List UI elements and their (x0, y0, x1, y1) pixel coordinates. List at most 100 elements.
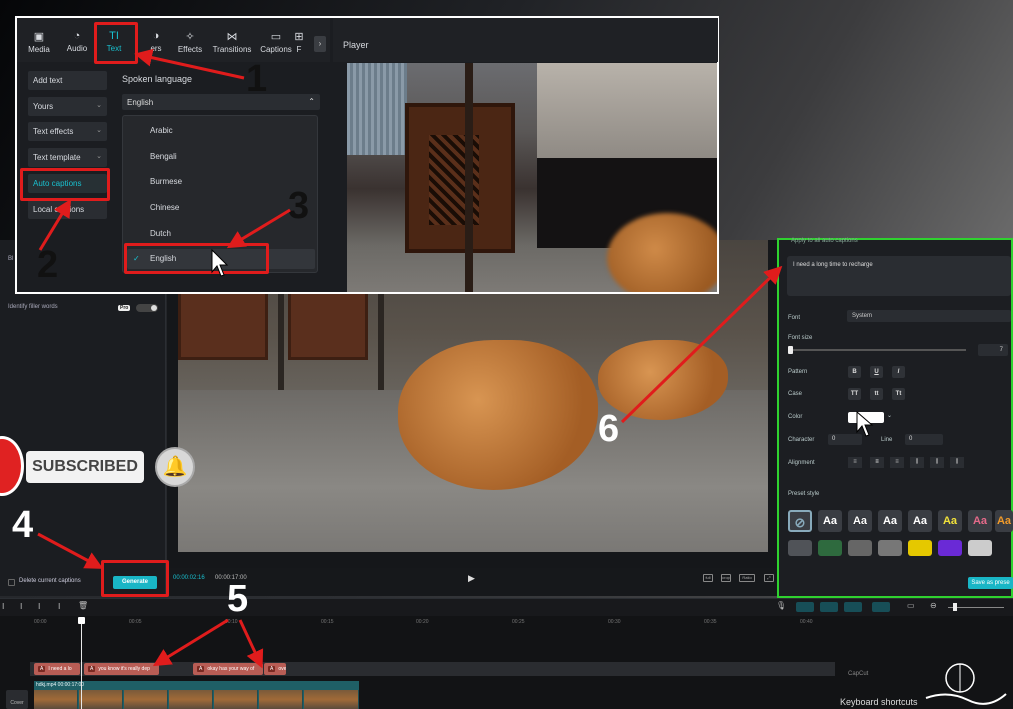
microphone-icon[interactable]: 🎙 (776, 601, 786, 610)
video-thumbnail (304, 690, 359, 709)
preset-style-shadow[interactable]: Aa (878, 510, 902, 532)
crop-icon[interactable]: crop (721, 574, 731, 582)
player-header (333, 18, 718, 62)
keyboard-shortcuts-link[interactable]: Keyboard shortcuts (840, 697, 918, 707)
watermark-logo-art (925, 663, 1007, 705)
delete-icon[interactable]: 🗑 (78, 601, 88, 610)
preset-style-yellow[interactable]: Aa (938, 510, 962, 532)
local-captions-button[interactable]: Local captions (28, 200, 107, 219)
italic-button[interactable]: I (892, 366, 905, 378)
tab-captions[interactable]: ▭ Captions (256, 30, 296, 54)
video-thumbnail (124, 690, 168, 709)
preset-style-orange[interactable]: Aa (995, 510, 1013, 532)
techtalks-watermark-logo (918, 660, 1008, 706)
language-option-burmese[interactable]: Burmese (150, 177, 182, 186)
yours-dropdown[interactable]: Yours ⌄ (28, 97, 107, 116)
align-right-icon[interactable]: ≡ (890, 457, 904, 468)
spoken-language-label: Spoken language (122, 74, 193, 84)
uppercase-button[interactable]: TT (848, 388, 861, 400)
text-template-label: Text template (33, 153, 81, 162)
ruler-tick: 00:15 (321, 619, 334, 625)
annotation-2: 2 (37, 244, 59, 286)
playhead-handle[interactable] (78, 617, 85, 624)
preset-style-row2[interactable] (788, 540, 812, 556)
font-size-slider[interactable] (790, 349, 966, 351)
caption-icon[interactable]: ▭ (907, 601, 915, 610)
chevron-right-icon[interactable]: › (314, 36, 326, 52)
chevron-down-icon: ⌄ (96, 153, 102, 160)
preset-style-row2[interactable] (968, 540, 992, 556)
preset-style-row2[interactable] (818, 540, 842, 556)
preview-axis-icon[interactable] (872, 602, 890, 612)
apply-all-label[interactable]: Apply to all auto captions (791, 238, 858, 244)
no-style-icon[interactable]: ⊘ (788, 510, 812, 532)
split-icon[interactable]: Ⅰ (2, 602, 4, 611)
preset-style-bold[interactable]: Aa (908, 510, 932, 532)
font-size-input[interactable]: 7 (978, 344, 1008, 356)
preset-style-row2[interactable] (878, 540, 902, 556)
chevron-down-icon[interactable]: ⌄ (887, 412, 892, 419)
caption-text-field[interactable]: I need a long time to recharge (787, 256, 1011, 296)
underline-button[interactable]: U (870, 366, 883, 378)
add-text-button[interactable]: Add text (28, 71, 107, 90)
align-center-icon[interactable]: ≡ (870, 457, 884, 468)
zoom-out-icon[interactable]: ⊖ (930, 601, 937, 610)
font-size-slider-handle[interactable] (788, 346, 793, 354)
link-icon[interactable] (796, 602, 814, 612)
line-spacing-input[interactable]: 0 (905, 434, 943, 445)
caption-clip[interactable]: Ayou know it's really dep (84, 663, 159, 675)
magnet-icon[interactable] (844, 602, 862, 612)
ruler-tick: 00:00 (34, 619, 47, 625)
text-template-dropdown[interactable]: Text template ⌄ (28, 148, 107, 167)
save-as-preset-button[interactable]: Save as prese (968, 577, 1013, 589)
annotation-4: 4 (12, 504, 34, 546)
caption-clip[interactable]: Aove (264, 663, 286, 675)
tab-filters[interactable]: ⊞ F (292, 30, 306, 54)
tab-audio[interactable]: ◔ Audio (57, 30, 97, 53)
font-select[interactable]: System (847, 310, 1011, 322)
zoom-slider-handle[interactable] (953, 603, 957, 611)
language-option-arabic[interactable]: Arabic (150, 126, 173, 135)
spoken-language-select[interactable]: English ⌃ (122, 94, 320, 110)
split-left-icon[interactable]: Ⅰ (20, 602, 22, 611)
fullscreen-icon[interactable]: full (703, 574, 713, 582)
preset-style-row2[interactable] (938, 540, 962, 556)
color-picker[interactable] (848, 412, 884, 423)
align-middle-icon[interactable]: ⫼ (930, 457, 944, 468)
preset-style-outline[interactable]: Aa (848, 510, 872, 532)
cover-button[interactable]: Cover (6, 690, 28, 709)
titlecase-button[interactable]: Tt (892, 388, 905, 400)
delete-captions-checkbox[interactable] (8, 579, 15, 586)
character-spacing-input[interactable]: 0 (828, 434, 862, 445)
expand-icon[interactable]: ⤢ (764, 574, 774, 582)
language-option-bengali[interactable]: Bengali (150, 152, 177, 161)
tab-transitions-label: Transitions (212, 45, 252, 54)
preset-style-pink[interactable]: Aa (968, 510, 992, 532)
text-effects-dropdown[interactable]: Text effects ⌄ (28, 122, 107, 141)
language-option-chinese[interactable]: Chinese (150, 203, 179, 212)
split-right-icon[interactable]: Ⅰ (38, 602, 40, 611)
chevron-down-icon: ⌄ (96, 102, 102, 109)
preset-style-row2[interactable] (848, 540, 872, 556)
filler-words-toggle[interactable] (136, 304, 158, 312)
preset-style-row2[interactable] (908, 540, 932, 556)
playhead[interactable] (81, 617, 82, 709)
caption-clip[interactable]: Aokay has your way of (193, 663, 263, 675)
preset-style-white[interactable]: Aa (818, 510, 842, 532)
bold-button[interactable]: B (848, 366, 861, 378)
capcut-label: CapCut (848, 671, 869, 677)
split-both-icon[interactable]: Ⅰ (58, 602, 60, 611)
language-option-dutch[interactable]: Dutch (150, 229, 171, 238)
align-top-icon[interactable]: ⫼ (910, 457, 924, 468)
tab-transitions[interactable]: ⋈ Transitions (212, 30, 252, 54)
caption-clip[interactable]: AI need a lo (34, 663, 80, 675)
snap-icon[interactable] (820, 602, 838, 612)
tab-effects[interactable]: ✧ Effects (170, 30, 210, 54)
font-label: Font (788, 315, 801, 321)
tab-media[interactable]: ▣ Media (19, 30, 59, 54)
ratio-button[interactable]: Ratio (739, 574, 755, 582)
align-left-icon[interactable]: ≡ (848, 457, 862, 468)
lowercase-button[interactable]: tt (870, 388, 883, 400)
align-bottom-icon[interactable]: ⫼ (950, 457, 964, 468)
play-icon[interactable]: ▶ (468, 573, 475, 584)
